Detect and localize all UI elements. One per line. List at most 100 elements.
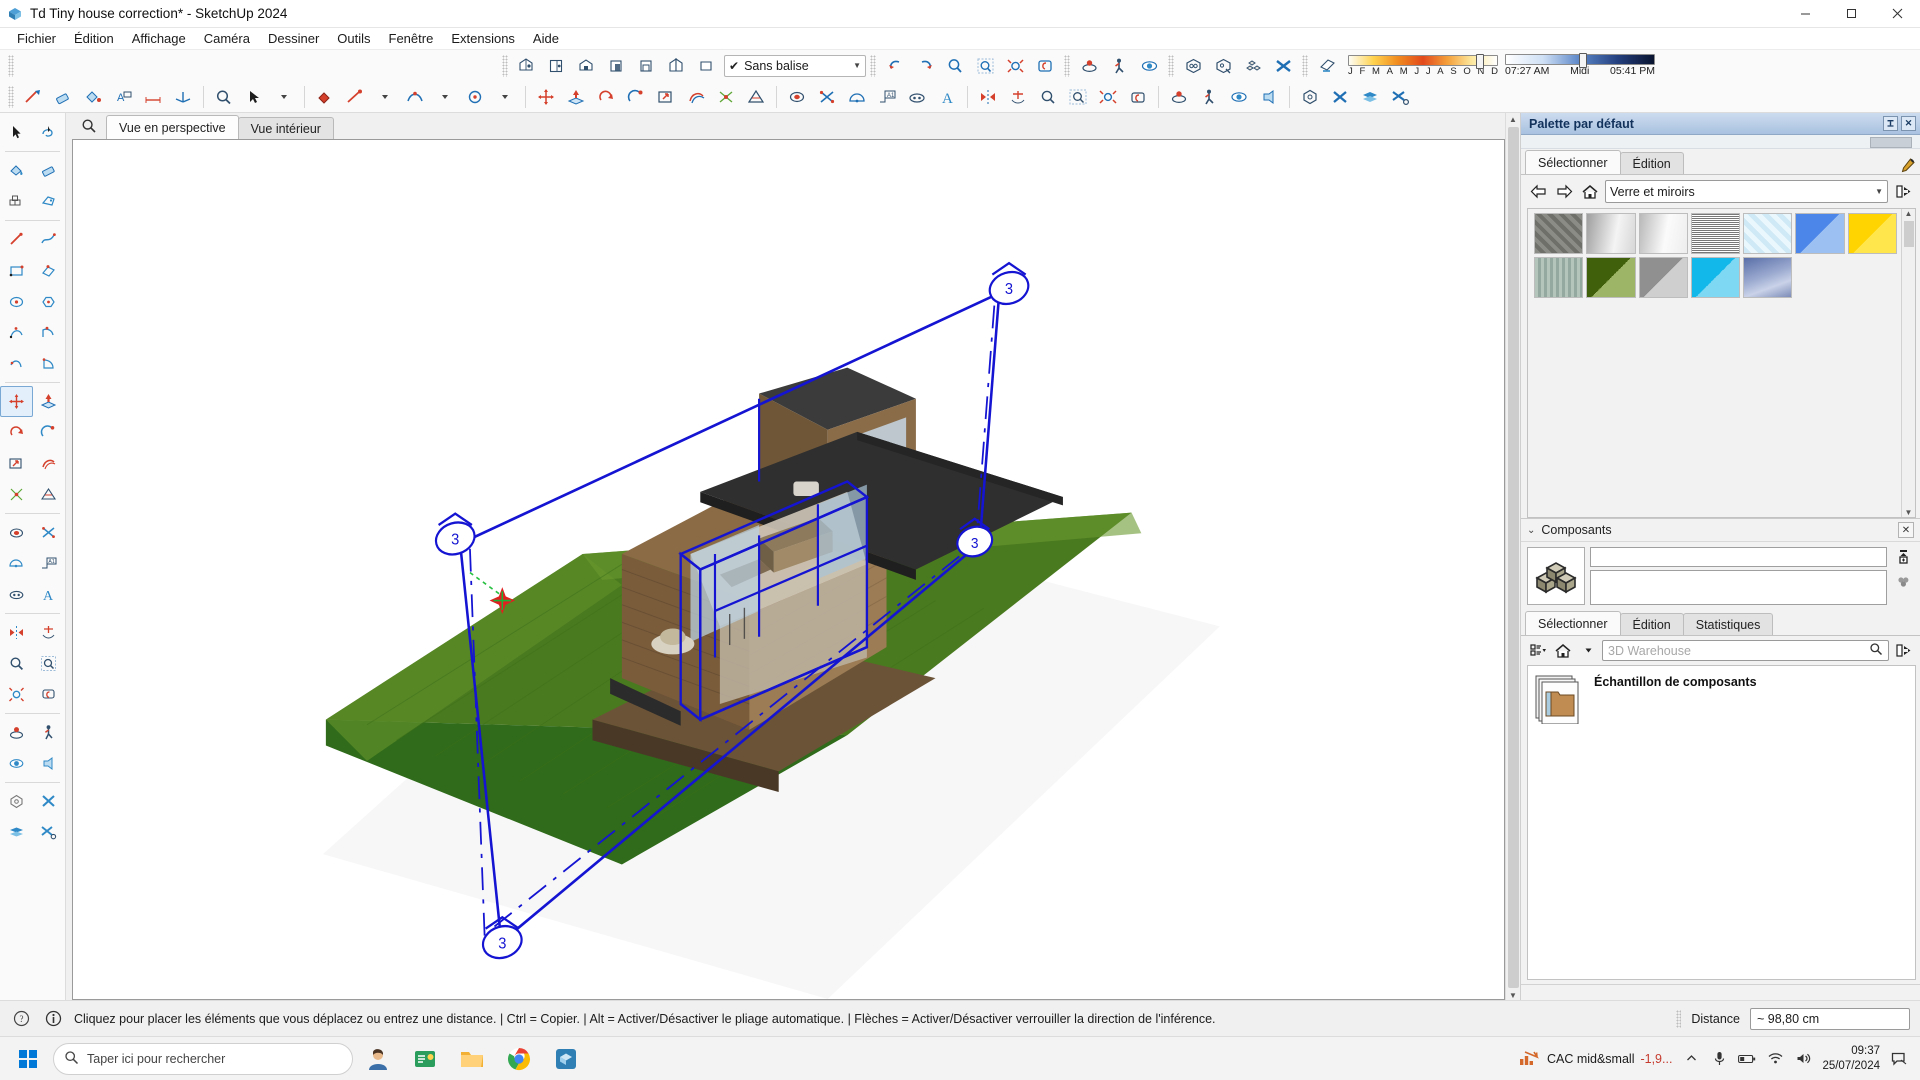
chevron-down-icon[interactable]: ▼ xyxy=(853,61,861,70)
shadow-time-slider[interactable] xyxy=(1505,53,1655,68)
style-shaded-button[interactable] xyxy=(632,52,662,80)
layers-manager-button[interactable] xyxy=(1355,83,1385,111)
arrow-right-icon[interactable] xyxy=(1553,181,1575,203)
maximize-button[interactable] xyxy=(1828,0,1874,28)
style-back-edges-button[interactable] xyxy=(542,52,572,80)
explode-button[interactable] xyxy=(711,83,741,111)
shadow-toolbar-grip[interactable] xyxy=(1302,54,1308,77)
circle-left-button[interactable] xyxy=(0,286,33,317)
scene-tab-interior[interactable]: Vue intérieur xyxy=(237,117,334,139)
solid-tools-button[interactable] xyxy=(782,83,812,111)
scroll-down-arrow[interactable]: ▼ xyxy=(1509,991,1517,1000)
sandbox-from-contours-button[interactable] xyxy=(741,83,771,111)
draw-pencil-button[interactable] xyxy=(340,83,370,111)
large-toolset-grip[interactable] xyxy=(8,85,14,108)
zoom-window-selection-button[interactable] xyxy=(1063,83,1093,111)
follow-me-button[interactable] xyxy=(621,83,651,111)
previous-view-button[interactable] xyxy=(880,52,910,80)
follow-me-left-button[interactable] xyxy=(33,417,66,448)
look-around-button[interactable] xyxy=(1134,52,1164,80)
styles-toolbar-grip[interactable] xyxy=(502,54,508,77)
scroll-up-arrow[interactable]: ▲ xyxy=(1905,209,1913,218)
shadow-settings-button[interactable] xyxy=(1312,52,1342,80)
mirror-button[interactable] xyxy=(973,83,1003,111)
advanced-camera-button[interactable] xyxy=(902,83,932,111)
zoom-extents-button[interactable] xyxy=(1000,52,1030,80)
warehouse-dropdown-icon[interactable] xyxy=(1577,640,1599,661)
component-description-input[interactable] xyxy=(1590,570,1887,605)
tag-tool-button[interactable] xyxy=(33,186,66,217)
style-xray-button[interactable] xyxy=(512,52,542,80)
pie-button[interactable] xyxy=(33,348,66,379)
previous-camera-button[interactable] xyxy=(1030,52,1060,80)
measurements-grip[interactable] xyxy=(1676,1009,1682,1028)
walkthrough-toolbar-grip[interactable] xyxy=(1064,54,1070,77)
material-swatch-glass-grey[interactable] xyxy=(1638,257,1688,298)
search-icon[interactable] xyxy=(72,113,106,139)
3d-text-button[interactable]: A xyxy=(932,83,962,111)
materials-button[interactable] xyxy=(310,83,340,111)
scale-tool-button[interactable] xyxy=(651,83,681,111)
arc-dropdown-button[interactable] xyxy=(430,83,460,111)
intersect-faces-button[interactable] xyxy=(812,83,842,111)
notifications-icon[interactable] xyxy=(1890,1050,1908,1068)
details-arrow-icon[interactable] xyxy=(1892,640,1914,661)
position-camera-2-button[interactable] xyxy=(1164,83,1194,111)
chrome-icon[interactable] xyxy=(497,1039,541,1079)
toolbar-grip[interactable] xyxy=(8,54,14,77)
rotated-rectangle-button[interactable] xyxy=(33,255,66,286)
material-swatch-glass-yellow[interactable] xyxy=(1847,213,1897,254)
menu-affichage[interactable]: Affichage xyxy=(123,29,195,48)
close-button[interactable] xyxy=(1874,0,1920,28)
zoom-window-button[interactable] xyxy=(970,52,1000,80)
rotate-tool-button[interactable] xyxy=(591,83,621,111)
chevron-down-icon[interactable]: ⌄ xyxy=(1527,525,1535,536)
people-icon[interactable] xyxy=(356,1039,400,1079)
shadow-date-slider[interactable] xyxy=(1348,53,1498,69)
pin-icon[interactable] xyxy=(1883,116,1898,131)
push-pull-button[interactable] xyxy=(561,83,591,111)
taskbar-clock[interactable]: 09:37 25/07/2024 xyxy=(1822,1044,1880,1073)
home-icon[interactable] xyxy=(1579,181,1601,203)
dimension-tool-button[interactable] xyxy=(138,83,168,111)
section-settings-left-button[interactable] xyxy=(33,817,66,848)
component-browser-button[interactable] xyxy=(0,186,33,217)
show-hidden-icons-chevron[interactable] xyxy=(1682,1050,1700,1068)
microphone-icon[interactable] xyxy=(1710,1050,1728,1068)
section-toolbar-grip[interactable] xyxy=(1168,54,1174,77)
section-cuts-2-button[interactable] xyxy=(1325,83,1355,111)
material-swatch-metal-gradient-light[interactable] xyxy=(1638,213,1688,254)
offset-tool-button[interactable] xyxy=(681,83,711,111)
position-camera-left-button[interactable] xyxy=(0,717,33,748)
drop-button[interactable] xyxy=(1003,83,1033,111)
file-explorer-icon[interactable] xyxy=(450,1039,494,1079)
select-tool-button[interactable] xyxy=(239,83,269,111)
zoom-selection-button[interactable] xyxy=(1033,83,1063,111)
3d-viewport[interactable]: 3 3 3 3 xyxy=(72,139,1505,1000)
material-swatch-glass-olive[interactable] xyxy=(1586,257,1636,298)
two-point-arc-button[interactable] xyxy=(33,317,66,348)
previous-view-left-button[interactable] xyxy=(33,679,66,710)
look-around-left-button[interactable] xyxy=(0,748,33,779)
move-tool-left-button[interactable] xyxy=(0,386,33,417)
section-cut-left-button[interactable] xyxy=(33,786,66,817)
eyedropper-icon[interactable] xyxy=(1894,157,1920,174)
walk-tool-button[interactable] xyxy=(1104,52,1134,80)
paint-bucket-button[interactable] xyxy=(78,83,108,111)
position-camera-button[interactable] xyxy=(1074,52,1104,80)
explode-left-button[interactable] xyxy=(0,479,33,510)
section-plane-left-button[interactable] xyxy=(0,786,33,817)
scale-left-button[interactable] xyxy=(0,448,33,479)
material-swatch-noise-speckle[interactable] xyxy=(1690,213,1741,254)
eraser-tool-button[interactable] xyxy=(48,83,78,111)
news-weather-icon[interactable] xyxy=(403,1039,447,1079)
menu-aide[interactable]: Aide xyxy=(524,29,568,48)
tray-close-icon[interactable]: ✕ xyxy=(1901,116,1916,131)
menu-edition[interactable]: Édition xyxy=(65,29,123,48)
components-list-item[interactable]: Échantillon de composants xyxy=(1528,666,1915,979)
line-left-button[interactable] xyxy=(0,224,33,255)
scroll-down-arrow[interactable]: ▼ xyxy=(1905,508,1913,517)
search-icon[interactable] xyxy=(1869,642,1883,659)
zoom-tool-button[interactable] xyxy=(940,52,970,80)
display-section-cuts-button[interactable] xyxy=(1238,52,1268,80)
